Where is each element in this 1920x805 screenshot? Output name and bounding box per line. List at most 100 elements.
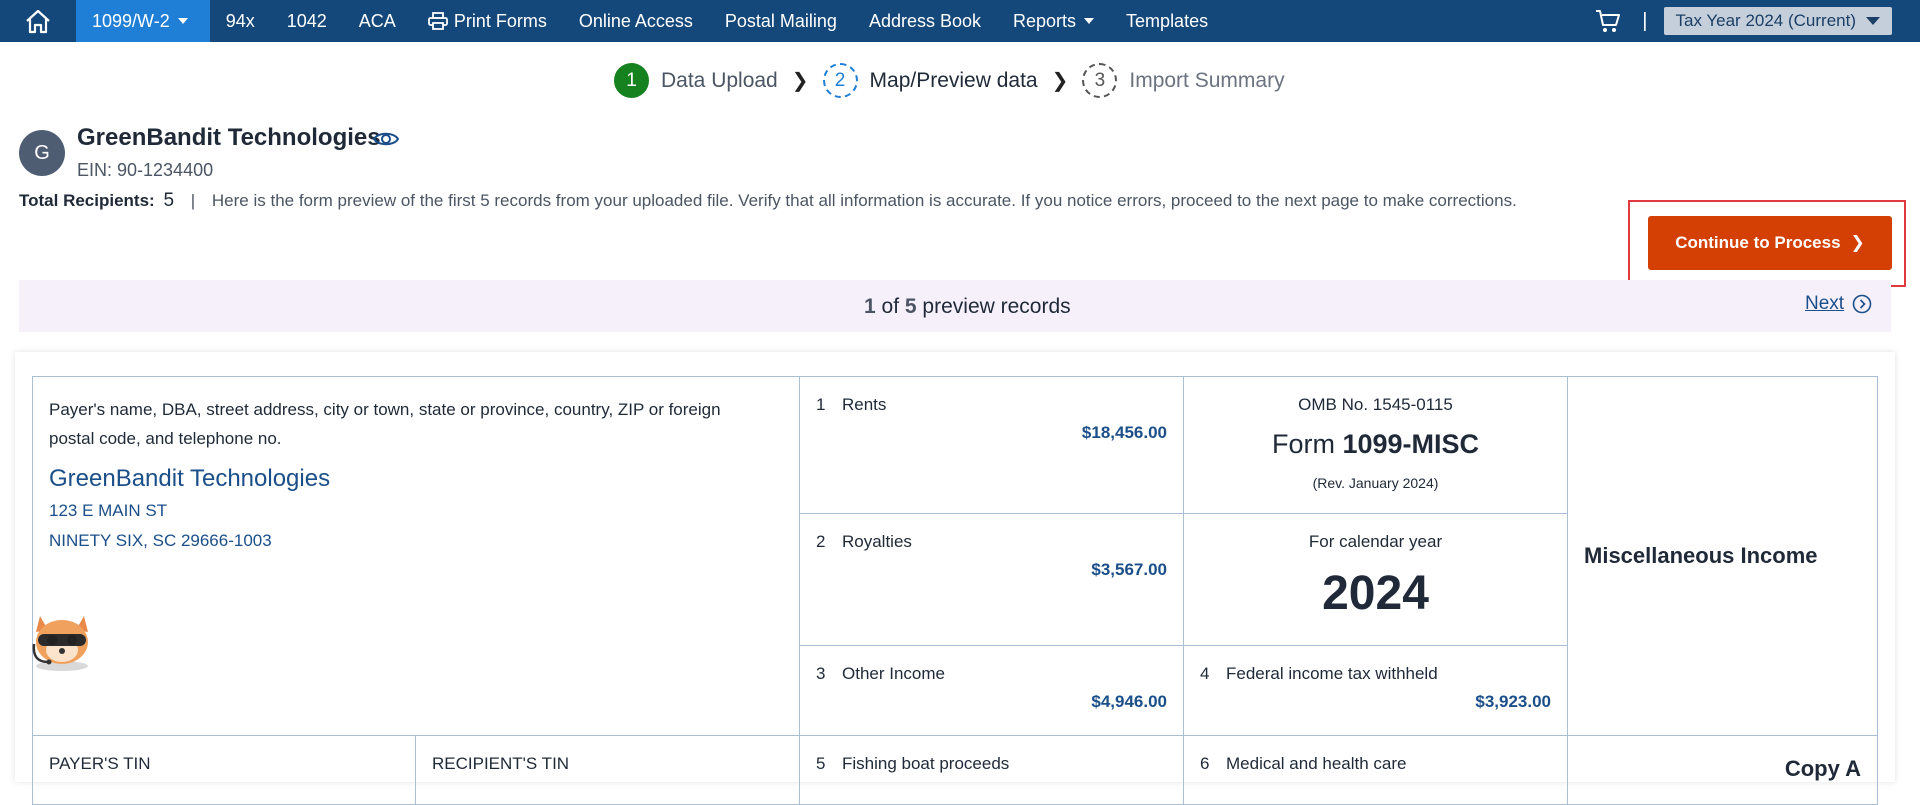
- nav-aca[interactable]: ACA: [343, 0, 412, 42]
- eye-icon[interactable]: [372, 128, 400, 150]
- nav-reports-label: Reports: [1013, 10, 1077, 31]
- recipient-tin-label: RECIPIENT'S TIN: [432, 754, 570, 773]
- payer-address-line1: 123 E MAIN ST: [49, 501, 168, 520]
- box-4-value: $3,923.00: [1475, 692, 1551, 711]
- tax-year-select[interactable]: Tax Year 2024 (Current): [1663, 7, 1892, 35]
- box-2-value: $3,567.00: [1091, 560, 1167, 579]
- nav-1099-w2-label: 1099/W-2: [92, 10, 170, 31]
- step-import-summary: 3 Import Summary: [1082, 63, 1285, 98]
- company-avatar: G: [19, 130, 65, 176]
- form-revision: (Rev. January 2024): [1312, 475, 1439, 491]
- nav-address-book-label: Address Book: [868, 10, 982, 31]
- nav-1042-label: 1042: [286, 10, 327, 31]
- payer-info-cell: Payer's name, DBA, street address, city …: [32, 376, 800, 736]
- import-stepper: 1 Data Upload ❯ 2 Map/Preview data ❯ 3 I…: [614, 63, 1285, 98]
- nav-reports[interactable]: Reports: [997, 0, 1110, 42]
- box-3-label: 3 Other Income: [816, 664, 945, 684]
- nav-templates[interactable]: Templates: [1110, 0, 1224, 42]
- payer-tin-label: PAYER'S TIN: [49, 754, 151, 773]
- caret-down-icon: [1084, 18, 1095, 24]
- nav-print-forms[interactable]: Print Forms: [412, 0, 563, 42]
- next-label: Next: [1805, 293, 1845, 314]
- nav-94x[interactable]: 94x: [210, 0, 271, 42]
- box-1-rents: 1 Rents $18,456.00: [799, 376, 1184, 514]
- box-6-number: 6: [1200, 754, 1210, 773]
- nav-address-book[interactable]: Address Book: [853, 0, 997, 42]
- copy-label: Copy A: [1784, 756, 1861, 781]
- omb-number: OMB No. 1545-0115: [1298, 395, 1453, 414]
- form-prefix: Form: [1271, 429, 1335, 459]
- form-1099-misc: Payer's name, DBA, street address, city …: [32, 376, 1878, 805]
- payer-address-line2: NINETY SIX, SC 29666-1003: [49, 531, 272, 550]
- cart-icon: [1596, 10, 1621, 32]
- next-record-link[interactable]: Next: [1805, 293, 1872, 315]
- tax-year-label: Tax Year 2024 (Current): [1675, 11, 1857, 30]
- nav-postal-mailing[interactable]: Postal Mailing: [709, 0, 853, 42]
- nav-1099-w2[interactable]: 1099/W-2: [76, 0, 210, 42]
- caret-down-icon: [177, 18, 188, 24]
- box-1-label: 1 Rents: [816, 395, 886, 415]
- payer-info-label: Payer's name, DBA, street address, city …: [49, 400, 721, 448]
- support-mascot-icon[interactable]: [26, 604, 98, 674]
- nav-print-forms-label: Print Forms: [453, 10, 547, 31]
- box-2-number: 2: [816, 532, 826, 551]
- payer-name: GreenBandit Technologies: [49, 465, 331, 492]
- step-3-label: Import Summary: [1129, 68, 1285, 92]
- box-6-label: 6 Medical and health care: [1200, 754, 1407, 774]
- nav-separator: |: [1642, 9, 1648, 32]
- box-3-title: Other Income: [842, 664, 945, 683]
- summary-separator: |: [190, 191, 196, 210]
- preview-bar: 1 of 5 preview records Next: [19, 280, 1891, 332]
- box-2-label: 2 Royalties: [816, 532, 912, 552]
- step-2-label: Map/Preview data: [869, 68, 1038, 92]
- box-4-federal-withheld: 4 Federal income tax withheld $3,923.00: [1183, 645, 1568, 736]
- nav-1042[interactable]: 1042: [271, 0, 343, 42]
- preview-of: of: [881, 295, 900, 318]
- chevron-right-icon: ❯: [791, 70, 809, 92]
- box-5-fishing-boat: 5 Fishing boat proceeds: [799, 735, 1184, 805]
- caret-down-icon: [1866, 17, 1880, 25]
- summary-line: Total Recipients: 5 | Here is the form p…: [19, 190, 1517, 212]
- home-button[interactable]: [0, 0, 76, 42]
- box-1-title: Rents: [842, 395, 887, 414]
- form-title-cell: Miscellaneous Income: [1567, 376, 1878, 736]
- box-3-number: 3: [816, 664, 826, 683]
- circle-chevron-right-icon: [1852, 294, 1872, 314]
- box-6-title: Medical and health care: [1226, 754, 1407, 773]
- calendar-year-label: For calendar year: [1308, 532, 1443, 551]
- calendar-year: 2024: [1322, 567, 1429, 620]
- nav-templates-label: Templates: [1126, 10, 1209, 31]
- preview-current: 1: [864, 295, 876, 318]
- home-icon: [26, 9, 50, 34]
- continue-label: Continue to Process: [1675, 233, 1841, 252]
- copy-cell: Copy A: [1567, 735, 1878, 805]
- step-2-number: 2: [822, 63, 858, 98]
- nav-aca-label: ACA: [358, 10, 396, 31]
- form-title: Miscellaneous Income: [1584, 543, 1818, 568]
- box-5-title: Fishing boat proceeds: [842, 754, 1010, 773]
- step-map-preview[interactable]: 2 Map/Preview data: [822, 63, 1038, 98]
- total-recipients-label: Total Recipients:: [19, 191, 155, 210]
- box-4-title: Federal income tax withheld: [1226, 664, 1438, 683]
- printer-icon: [427, 12, 448, 30]
- nav-online-access[interactable]: Online Access: [563, 0, 709, 42]
- preview-suffix: preview records: [922, 295, 1071, 318]
- continue-to-process-button[interactable]: Continue to Process ❯: [1648, 216, 1892, 270]
- company-name: GreenBandit Technologies: [77, 124, 381, 151]
- form-name: Form 1099-MISC: [1184, 429, 1567, 460]
- cart-button[interactable]: [1588, 0, 1628, 42]
- preview-counter: 1 of 5 preview records: [864, 295, 1071, 319]
- preview-total: 5: [904, 295, 917, 318]
- calendar-year-cell: For calendar year 2024: [1183, 513, 1568, 646]
- step-data-upload[interactable]: 1 Data Upload: [614, 63, 778, 98]
- nav-94x-label: 94x: [225, 10, 255, 31]
- box-4-number: 4: [1200, 664, 1210, 683]
- box-2-royalties: 2 Royalties $3,567.00: [799, 513, 1184, 646]
- step-3-number: 3: [1082, 63, 1118, 98]
- box-1-value: $18,456.00: [1081, 423, 1167, 442]
- company-ein: EIN: 90-1234400: [77, 160, 214, 180]
- form-code: 1099-MISC: [1342, 429, 1480, 459]
- box-6-medical: 6 Medical and health care: [1183, 735, 1568, 805]
- box-1-number: 1: [816, 395, 826, 414]
- box-4-label: 4 Federal income tax withheld: [1200, 664, 1438, 684]
